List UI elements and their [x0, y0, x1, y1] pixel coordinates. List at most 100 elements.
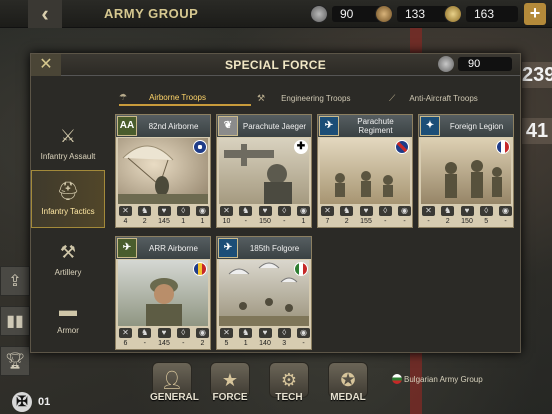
- card-header: ✦ Foreign Legion: [419, 115, 513, 137]
- unit-emblem-icon: ✈: [319, 116, 339, 136]
- shield-icon: ◊: [479, 206, 493, 216]
- unit-name: Parachute Regiment: [357, 117, 394, 135]
- unit-name: 82nd Airborne: [148, 121, 199, 131]
- uk-flag-icon: [395, 140, 409, 154]
- unit-card-parachute-regiment[interactable]: ✈ Parachute Regiment ✕ ♞ ♥ ◊ ◉ 7 2 155- -: [317, 114, 413, 228]
- usa-flag-icon: [193, 140, 207, 154]
- oil-icon: [375, 5, 393, 23]
- tab-tech[interactable]: ⚙ TECH: [267, 362, 311, 403]
- unit-stat-icons: ✕ ♞ ♥ ◊ ◉: [321, 206, 411, 216]
- add-resource-button[interactable]: +: [524, 3, 546, 25]
- tab-label: Anti-Aircraft Troops: [409, 93, 478, 103]
- category-artillery[interactable]: ⚒ Artillery: [31, 232, 105, 290]
- category-label: Artillery: [54, 268, 82, 277]
- category-infantry-assault[interactable]: ⚔ Infantry Assault: [31, 116, 105, 174]
- shield-icon: ◊: [277, 206, 291, 216]
- unit-stat-values: 10-150-1: [222, 218, 306, 225]
- unit-stat-icons: ✕ ♞ ♥ ◊ ◉: [422, 206, 512, 216]
- tab-label: Engineering Troops: [281, 93, 351, 103]
- back-button[interactable]: ‹: [28, 0, 62, 28]
- unit-card-arr-airborne[interactable]: ✈ ARR Airborne ✕ ♞ ♥ ◊ ◉ 6-145-2: [115, 236, 211, 350]
- parachute-icon: ☂: [119, 91, 128, 102]
- unit-name: 185th Folgore: [249, 243, 300, 253]
- unit-card-foreign-legion[interactable]: ✦ Foreign Legion ✕ ♞ ♥ ◊ ◉ -2 150 5-: [418, 114, 514, 228]
- steel-icon: [310, 5, 328, 23]
- tab-engineering-troops[interactable]: ⚒ Engineering Troops: [257, 90, 385, 106]
- romania-flag-icon: [193, 262, 207, 276]
- boot-icon: ♞: [340, 206, 354, 216]
- tab-label: Airborne Troops: [149, 92, 206, 102]
- card-header: ✈ Parachute Regiment: [318, 115, 412, 137]
- attack-icon: ✕: [220, 328, 233, 338]
- attack-icon: ✕: [119, 328, 132, 338]
- stats-button[interactable]: ▮▮: [0, 306, 30, 336]
- faction-flag-icon[interactable]: ✠: [12, 392, 32, 412]
- unit-stat-values: 5 1 140 3-: [224, 340, 305, 347]
- resource-oil: 133: [375, 4, 449, 24]
- tab-general[interactable]: 👤︎ GENERAL: [150, 362, 199, 403]
- unit-card-82nd-airborne[interactable]: AA 82nd Airborne ✕ ♞ ♥ ◊ ◉ 4 2 145 1 1: [115, 114, 211, 228]
- health-icon: ♥: [157, 328, 171, 338]
- eye-icon: ◉: [398, 206, 411, 216]
- unit-count-badge: 41: [522, 118, 552, 144]
- top-bar: ‹ ARMY GROUP 90 133 163 +: [0, 0, 552, 28]
- share-button[interactable]: ⇪: [0, 266, 30, 296]
- turn-counter: 01: [38, 396, 51, 408]
- trophy-icon: 🏆︎: [4, 353, 26, 370]
- category-infantry-tactics[interactable]: ⛑ Infantry Tactics: [31, 170, 105, 228]
- boot-icon: ♞: [138, 328, 152, 338]
- unit-count-badge: 239: [522, 62, 552, 88]
- tab-force[interactable]: ★ FORCE: [208, 362, 252, 403]
- share-icon: ⇪: [8, 273, 22, 290]
- shield-icon: ◊: [277, 328, 291, 338]
- unit-emblem-icon: ❦: [218, 116, 238, 136]
- category-armor[interactable]: ▬ Armor: [31, 290, 105, 348]
- tab-general-label: GENERAL: [150, 392, 199, 403]
- unit-name: Foreign Legion: [449, 121, 504, 131]
- unit-stat-values: -2 150 5-: [427, 218, 507, 225]
- health-icon: ♥: [157, 206, 171, 216]
- oil-value: 133: [397, 6, 449, 22]
- map-army-label[interactable]: Bulgarian Army Group: [404, 375, 483, 384]
- dialog-header: ✕ SPECIAL FORCE 90: [31, 54, 520, 76]
- germany-flag-icon: ✚: [294, 140, 308, 154]
- page-title: ARMY GROUP: [104, 6, 199, 21]
- unit-emblem-icon: AA: [117, 116, 137, 136]
- card-header: ❦ Parachute Jaeger: [217, 115, 311, 137]
- unit-stat-values: 7 2 155- -: [325, 218, 406, 225]
- soldier-assault-icon: ⚔: [59, 126, 77, 146]
- trophy-button[interactable]: 🏆︎: [0, 346, 30, 376]
- category-label: Infantry Assault: [40, 152, 96, 161]
- health-icon: ♥: [258, 206, 272, 216]
- unit-emblem-icon: ✈: [218, 238, 238, 258]
- shovel-icon: ⚒: [257, 92, 266, 103]
- tab-anti-aircraft-troops[interactable]: ⟋ Anti-Aircraft Troops: [389, 90, 517, 106]
- attack-icon: ✕: [119, 206, 132, 216]
- eye-icon: ◉: [196, 206, 209, 216]
- boot-icon: ♞: [239, 206, 253, 216]
- tab-medal-label: MEDAL: [330, 392, 366, 403]
- eye-icon: ◉: [297, 206, 310, 216]
- unit-stat-icons: ✕ ♞ ♥ ◊ ◉: [119, 328, 209, 338]
- tab-force-label: FORCE: [212, 392, 248, 403]
- unit-emblem-icon: ✦: [420, 116, 440, 136]
- eye-icon: ◉: [196, 328, 209, 338]
- health-icon: ♥: [460, 206, 474, 216]
- tank-icon: ▬: [59, 300, 77, 320]
- france-flag-icon: [496, 140, 510, 154]
- aa-gun-icon: ⟋: [389, 92, 396, 103]
- tab-airborne-troops[interactable]: ☂ Airborne Troops: [119, 90, 251, 106]
- unit-stat-icons: ✕ ♞ ♥ ◊ ◉: [220, 328, 310, 338]
- helmet-icon: ⛑: [56, 181, 80, 201]
- unit-card-parachute-jaeger[interactable]: ❦ Parachute Jaeger ✚ ✕ ♞ ♥ ◊ ◉ 10-150-1: [216, 114, 312, 228]
- resource-steel: 90: [310, 4, 384, 24]
- tab-medal[interactable]: ✪ MEDAL: [326, 362, 370, 403]
- health-icon: ♥: [258, 328, 272, 338]
- medal-icon: [444, 5, 462, 23]
- attack-icon: ✕: [220, 206, 233, 216]
- unit-emblem-icon: ✈: [117, 238, 137, 258]
- resource-medals: 163: [444, 4, 518, 24]
- card-header: AA 82nd Airborne: [116, 115, 210, 137]
- unit-card-185th-folgore[interactable]: ✈ 185th Folgore ✕ ♞ ♥ ◊ ◉ 5 1 140 3-: [216, 236, 312, 350]
- unit-stat-values: 4 2 145 1 1: [123, 218, 205, 225]
